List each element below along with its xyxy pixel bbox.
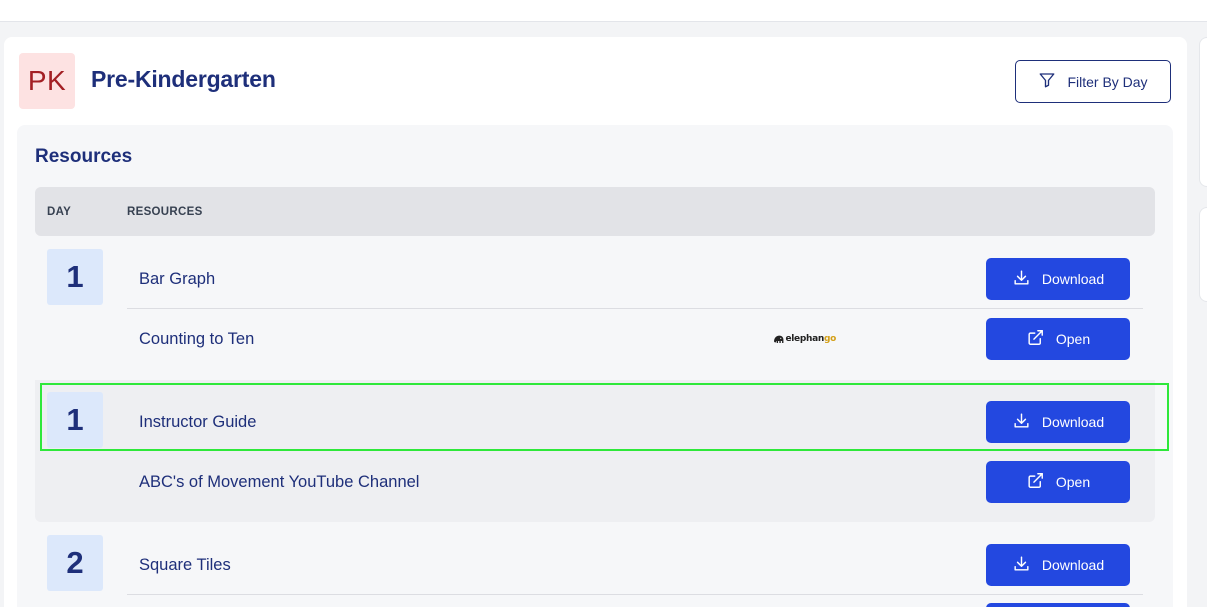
filter-icon	[1038, 71, 1056, 92]
download-label: Download	[1041, 414, 1105, 430]
column-header-resources: RESOURCES	[127, 206, 203, 218]
download-icon	[1012, 268, 1031, 290]
day-number: 2	[47, 535, 103, 591]
elephango-logo: elephango	[772, 328, 836, 350]
day-number: 1	[47, 392, 103, 448]
external-link-icon	[1026, 328, 1045, 350]
download-icon	[1012, 554, 1031, 576]
resource-name: ABC's of Movement YouTube Channel	[139, 473, 420, 491]
resource-name: Bar Graph	[139, 270, 216, 288]
filter-by-day-label: Filter By Day	[1067, 73, 1148, 90]
filter-by-day-button[interactable]: Filter By Day	[1015, 60, 1171, 103]
side-card-top	[1199, 37, 1207, 187]
external-link-icon	[1026, 471, 1045, 493]
resource-name: Counting to Ten	[139, 330, 255, 348]
download-button[interactable]: Download	[986, 258, 1130, 300]
logo-text-accent: go	[823, 334, 836, 344]
open-label: Open	[1055, 474, 1091, 490]
row-divider	[127, 308, 1143, 309]
day-number: 1	[47, 249, 103, 305]
download-label: Download	[1041, 271, 1105, 287]
row-divider	[127, 594, 1143, 595]
elephant-icon	[774, 335, 784, 344]
open-button[interactable]: Open	[986, 461, 1130, 503]
column-header-day: DAY	[47, 206, 72, 218]
page-title: Pre-Kindergarten	[91, 66, 276, 92]
resource-name: Instructor Guide	[139, 413, 257, 431]
download-label: Download	[1041, 557, 1105, 573]
logo-text: elephan	[785, 334, 824, 344]
side-card-bottom	[1199, 207, 1207, 302]
open-label: Open	[1055, 331, 1091, 347]
section-title: Resources	[35, 146, 133, 167]
table-header: DAY RESOURCES	[35, 187, 1155, 236]
partial-button[interactable]	[986, 603, 1130, 607]
download-icon	[1012, 411, 1031, 433]
grade-badge: PK	[19, 53, 75, 109]
resource-name: Square Tiles	[139, 556, 231, 574]
open-button[interactable]: Open	[986, 318, 1130, 360]
download-button[interactable]: Download	[986, 544, 1130, 586]
download-button[interactable]: Download	[986, 401, 1130, 443]
top-nav-bar	[0, 0, 1207, 22]
